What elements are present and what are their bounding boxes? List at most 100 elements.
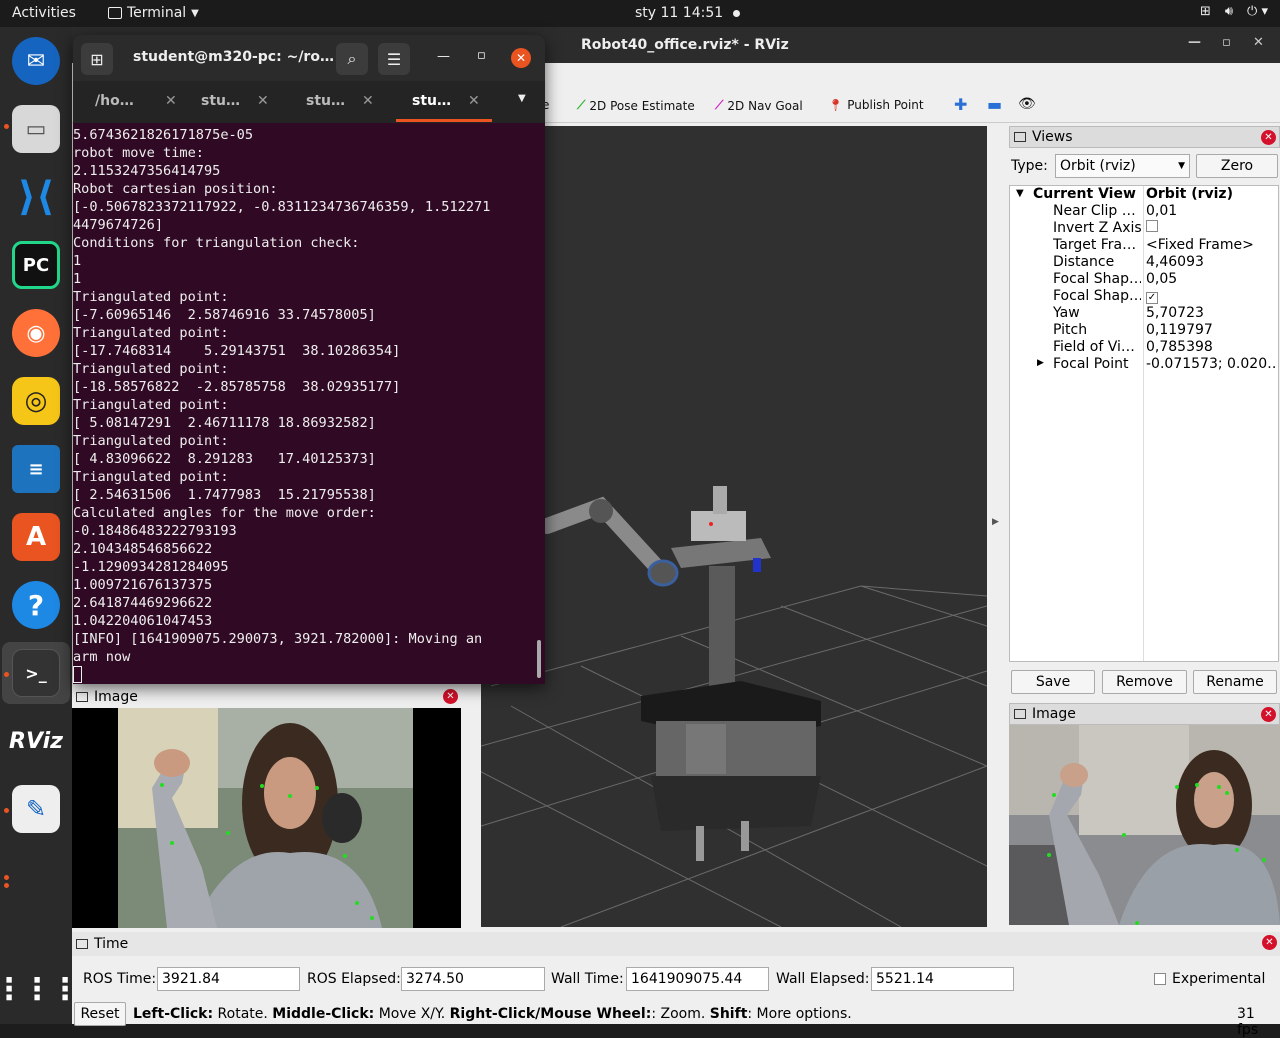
property-row[interactable]: Target Fra… <Fixed Frame> — [1010, 237, 1278, 254]
tab[interactable]: /ho… ✕ — [95, 93, 177, 109]
tab-active[interactable]: stu… ✕ — [412, 93, 480, 109]
tab[interactable]: stu… ✕ — [306, 93, 374, 109]
rviz-dock-icon[interactable]: RViz — [9, 717, 63, 765]
vscode-icon[interactable]: ⟩⟨ — [12, 173, 60, 221]
3d-viewport[interactable] — [481, 126, 987, 927]
help-icon[interactable]: ? — [12, 581, 60, 629]
views-close-button[interactable]: ✕ — [1261, 130, 1276, 145]
views-type-value: Orbit (rviz) — [1060, 158, 1136, 174]
focal-shape-checkbox[interactable]: ✓ — [1146, 288, 1276, 304]
time-close-button[interactable]: ✕ — [1262, 935, 1277, 950]
property-row[interactable]: Yaw 5,70723 — [1010, 305, 1278, 322]
properties-tree[interactable]: ▼ Current View Orbit (rviz) Near Clip … 0… — [1009, 185, 1279, 662]
current-view-value: Orbit (rviz) — [1146, 186, 1233, 202]
property-value[interactable]: 0,119797 — [1146, 322, 1276, 338]
new-tab-icon[interactable]: ⊞ — [81, 43, 113, 75]
caster — [741, 821, 749, 851]
zero-button[interactable]: Zero — [1196, 154, 1278, 178]
maximize-button[interactable]: ▫ — [1222, 35, 1231, 50]
nav-goal-label: 2D Nav Goal — [727, 98, 803, 113]
splitter-arrow-icon[interactable]: ▶ — [992, 517, 999, 527]
current-view-row[interactable]: ▼ Current View Orbit (rviz) — [1010, 186, 1278, 203]
minimize-icon[interactable]: — — [437, 49, 450, 64]
firefox-icon[interactable]: ◉ — [12, 309, 60, 357]
terminal-dock-icon[interactable]: >_ — [12, 649, 60, 697]
experimental-label: Experimental — [1172, 971, 1266, 987]
property-row[interactable]: Focal Shap… 0,05 — [1010, 271, 1278, 288]
chevron-down-icon[interactable]: ▼ — [518, 93, 526, 104]
system-tray[interactable]: ⊞ 🔊︎ ⏻ ▾ — [1200, 4, 1268, 19]
experimental-checkbox[interactable] — [1154, 973, 1166, 985]
files-icon[interactable]: ▭ — [12, 105, 60, 153]
remove-tool-icon[interactable]: ▬ — [987, 95, 1002, 114]
image-close-button[interactable]: ✕ — [443, 689, 458, 704]
wall-elapsed-field[interactable]: 5521.14 — [871, 967, 1014, 991]
property-row[interactable]: Near Clip … 0,01 — [1010, 203, 1278, 220]
property-row[interactable]: Invert Z Axis — [1010, 220, 1278, 237]
thunderbird-icon[interactable]: ✉ — [12, 37, 60, 85]
terminal-line: 2.104348546856622 — [73, 541, 213, 557]
close-icon[interactable]: ✕ — [362, 93, 374, 109]
property-value[interactable]: -0.071573; 0.020… — [1146, 356, 1276, 372]
rename-button[interactable]: Rename — [1193, 670, 1277, 694]
reset-button[interactable]: Reset — [74, 1002, 126, 1026]
writer-icon[interactable]: ≡ — [12, 445, 60, 493]
property-row[interactable]: Pitch 0,119797 — [1010, 322, 1278, 339]
save-button[interactable]: Save — [1011, 670, 1095, 694]
publish-point-tool[interactable]: 📍︎ Publish Point — [828, 98, 924, 112]
close-icon[interactable]: ✕ — [468, 93, 480, 109]
show-applications-icon[interactable]: ⋮⋮⋮ — [0, 965, 80, 1013]
ros-time-field[interactable]: 3921.84 — [157, 967, 300, 991]
text-editor-icon[interactable]: ✎ — [12, 785, 60, 833]
search-icon[interactable]: ⌕ — [336, 43, 368, 75]
expand-arrow-icon[interactable]: ▼ — [1016, 188, 1024, 199]
app-menu[interactable]: Terminal ▼ — [108, 5, 199, 21]
rhythmbox-icon[interactable]: ◎ — [12, 377, 60, 425]
eye-icon[interactable]: 👁︎ — [1018, 96, 1036, 112]
chevron-down-icon: ▼ — [191, 7, 199, 19]
running-indicator — [4, 875, 9, 880]
add-tool-icon[interactable]: ✚ — [954, 95, 967, 114]
wall-time-field[interactable]: 1641909075.44 — [626, 967, 769, 991]
terminal-scrollbar[interactable] — [537, 640, 541, 678]
close-icon[interactable]: ✕ — [165, 93, 177, 109]
minimize-button[interactable]: — — [1188, 35, 1201, 50]
ros-elapsed-field[interactable]: 3274.50 — [401, 967, 545, 991]
invert-z-checkbox[interactable] — [1146, 220, 1276, 236]
property-value[interactable]: <Fixed Frame> — [1146, 237, 1276, 253]
close-icon[interactable]: ✕ — [511, 48, 531, 68]
close-icon[interactable]: ✕ — [257, 93, 269, 109]
property-value[interactable]: 0,785398 — [1146, 339, 1276, 355]
menu-icon[interactable]: ☰ — [378, 43, 410, 75]
property-value[interactable]: 0,01 — [1146, 203, 1276, 219]
nav-goal-tool[interactable]: ⟋ 2D Nav Goal — [715, 98, 803, 113]
property-value[interactable]: 0,05 — [1146, 271, 1276, 287]
panel-icon — [76, 692, 88, 702]
software-icon[interactable]: A — [12, 513, 60, 561]
expand-arrow-icon[interactable]: ▶ — [1037, 358, 1044, 368]
property-row[interactable]: Distance 4,46093 — [1010, 254, 1278, 271]
activities-button[interactable]: Activities — [12, 5, 76, 21]
terminal-line: -0.18486483222793193 — [73, 523, 237, 539]
checkbox-unchecked[interactable] — [1146, 220, 1158, 232]
remove-button[interactable]: Remove — [1102, 670, 1187, 694]
close-button[interactable]: ✕ — [1253, 35, 1264, 50]
maximize-icon[interactable]: ▫ — [477, 48, 486, 63]
terminal-output[interactable]: 5.6743621826171875e-05 robot move time: 2.… — [73, 126, 545, 684]
property-row[interactable]: ▶ Focal Point -0.071573; 0.020… — [1010, 356, 1278, 373]
views-type-select[interactable]: Orbit (rviz) ▼ — [1055, 154, 1190, 178]
clock[interactable]: sty 11 14:51 — [635, 5, 741, 21]
checkmark-icon[interactable]: ✓ — [1146, 292, 1158, 304]
property-row[interactable]: Field of Vi… 0,785398 — [1010, 339, 1278, 356]
app-menu-label: Terminal — [127, 5, 187, 21]
pycharm-icon[interactable]: PC — [12, 241, 60, 289]
tab[interactable]: stu… ✕ — [201, 93, 269, 109]
property-key: Invert Z Axis — [1053, 220, 1141, 236]
property-value[interactable]: 5,70723 — [1146, 305, 1276, 321]
terminal-window[interactable]: ⊞ student@m320-pc: ~/ro… ⌕ ☰ — ▫ ✕ /ho… ✕… — [73, 35, 545, 684]
pose-estimate-tool[interactable]: ⟋ 2D Pose Estimate — [577, 98, 695, 113]
property-value[interactable]: 4,46093 — [1146, 254, 1276, 270]
terminal-line: [-0.5067823372117922, -0.831123473674635… — [73, 199, 491, 215]
image-close-button[interactable]: ✕ — [1261, 707, 1276, 722]
property-row[interactable]: Focal Shap… ✓ — [1010, 288, 1278, 305]
